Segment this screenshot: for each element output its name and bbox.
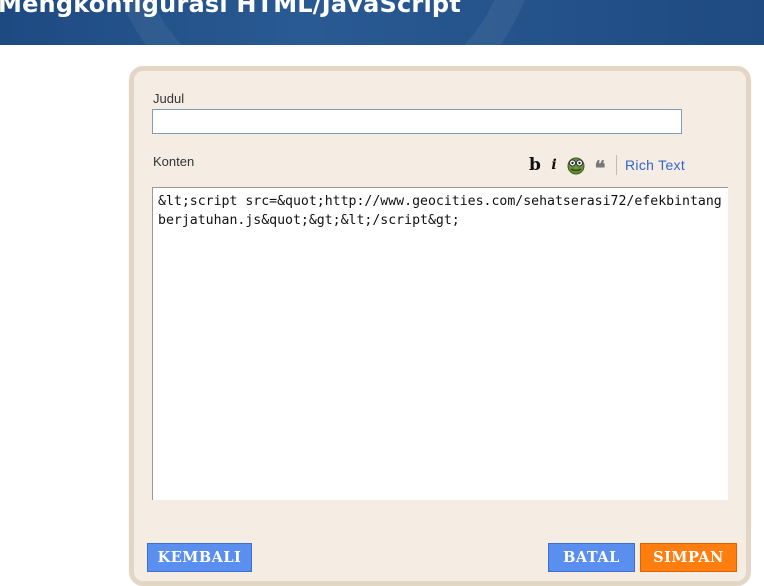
- spellcheck-icon[interactable]: [566, 155, 586, 175]
- page-title: Mengkonfigurasi HTML/JavaScript: [0, 0, 461, 18]
- title-label: Judul: [153, 91, 185, 106]
- content-label: Konten: [153, 154, 195, 169]
- page-header: Mengkonfigurasi HTML/JavaScript: [0, 0, 764, 45]
- back-button[interactable]: KEMBALI: [147, 543, 252, 572]
- blockquote-icon[interactable]: ❝: [592, 152, 608, 180]
- content-textarea[interactable]: &lt;script src=&quot;http://www.geocitie…: [152, 187, 728, 500]
- bold-icon[interactable]: b: [528, 155, 542, 175]
- toolbar-separator: [616, 155, 617, 175]
- widget-config-panel: Judul Konten b i ❝ Rich Text &lt;script …: [129, 66, 751, 586]
- italic-icon[interactable]: i: [548, 155, 560, 175]
- rich-text-link[interactable]: Rich Text: [625, 157, 685, 173]
- title-input[interactable]: [152, 109, 682, 134]
- editor-toolbar: b i ❝ Rich Text: [528, 152, 685, 180]
- save-button[interactable]: SIMPAN: [640, 543, 737, 572]
- cancel-button[interactable]: BATAL: [548, 543, 635, 572]
